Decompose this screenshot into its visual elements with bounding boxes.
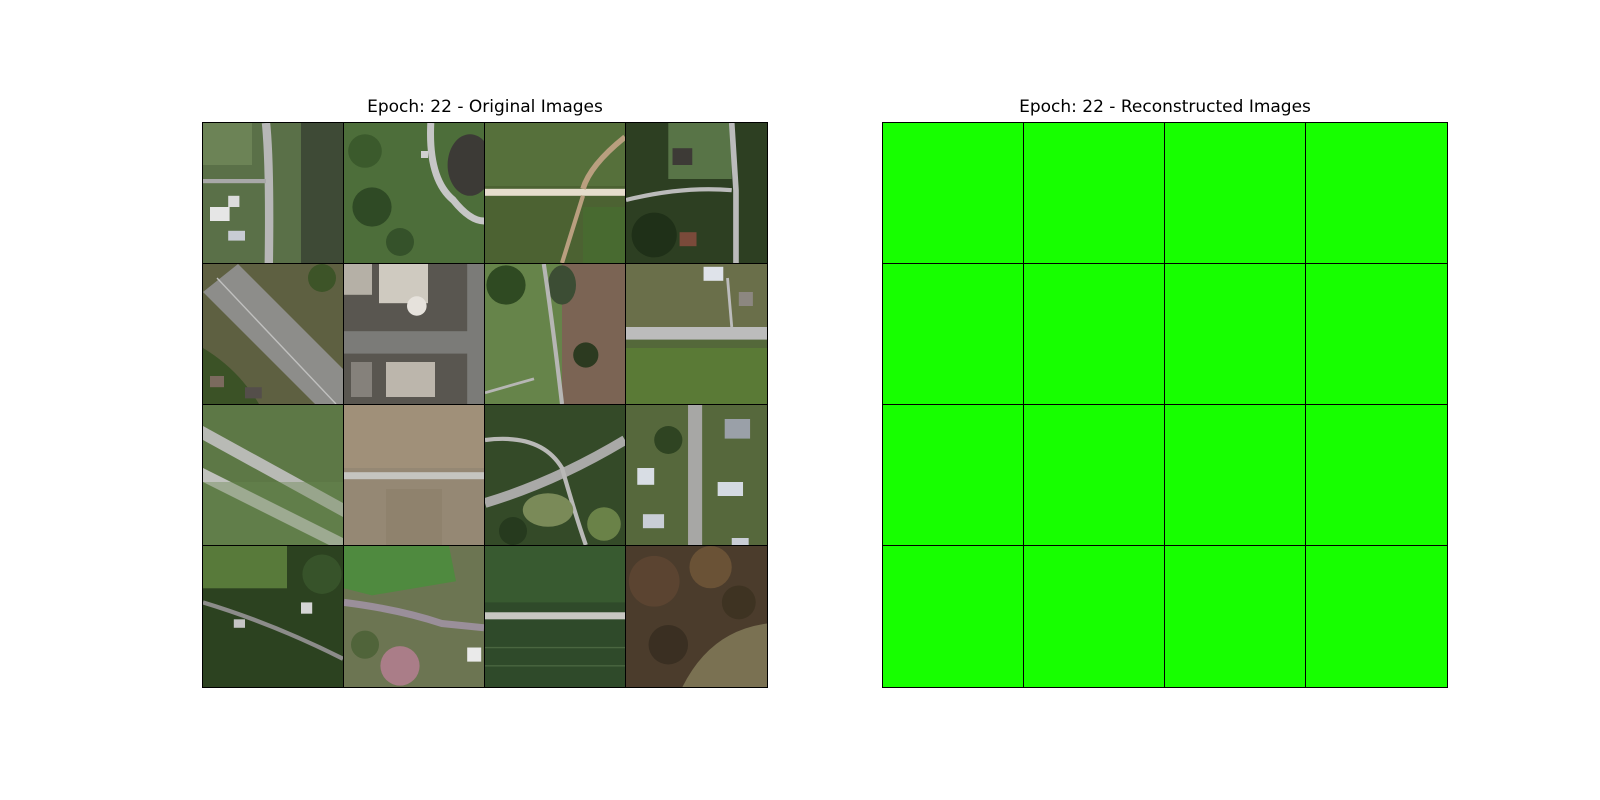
- aerial-tile-8: [626, 264, 767, 405]
- reconstructed-tile-14: [1024, 546, 1165, 687]
- aerial-tile-5: [203, 264, 344, 405]
- aerial-tile-14: [344, 546, 485, 687]
- aerial-tile-16: [626, 546, 767, 687]
- reconstructed-tile-7: [1165, 264, 1306, 405]
- reconstructed-images-title: Epoch: 22 - Reconstructed Images: [1019, 97, 1311, 117]
- aerial-tile-7: [485, 264, 626, 405]
- aerial-tile-6: [344, 264, 485, 405]
- reconstructed-images-grid: [882, 122, 1448, 688]
- reconstructed-tile-15: [1165, 546, 1306, 687]
- aerial-tile-3: [485, 123, 626, 264]
- aerial-tile-10: [344, 405, 485, 546]
- reconstructed-tile-9: [883, 405, 1024, 546]
- reconstructed-tile-16: [1306, 546, 1447, 687]
- aerial-tile-4: [626, 123, 767, 264]
- aerial-tile-15: [485, 546, 626, 687]
- reconstructed-tile-1: [883, 123, 1024, 264]
- aerial-tile-2: [344, 123, 485, 264]
- original-images-grid: [202, 122, 768, 688]
- original-images-title: Epoch: 22 - Original Images: [367, 97, 603, 117]
- aerial-tile-9: [203, 405, 344, 546]
- reconstructed-tile-6: [1024, 264, 1165, 405]
- reconstructed-tile-8: [1306, 264, 1447, 405]
- reconstructed-tile-3: [1165, 123, 1306, 264]
- aerial-tile-13: [203, 546, 344, 687]
- reconstructed-tile-4: [1306, 123, 1447, 264]
- reconstructed-tile-10: [1024, 405, 1165, 546]
- aerial-tile-1: [203, 123, 344, 264]
- reconstructed-tile-11: [1165, 405, 1306, 546]
- aerial-tile-11: [485, 405, 626, 546]
- reconstructed-tile-12: [1306, 405, 1447, 546]
- reconstructed-tile-13: [883, 546, 1024, 687]
- aerial-tile-12: [626, 405, 767, 546]
- reconstructed-tile-5: [883, 264, 1024, 405]
- reconstructed-tile-2: [1024, 123, 1165, 264]
